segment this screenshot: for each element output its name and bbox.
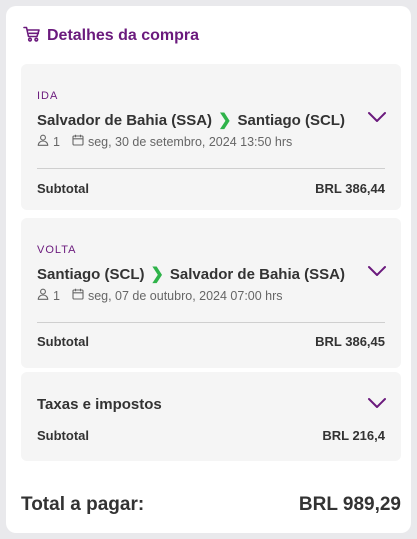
shopping-cart-icon xyxy=(23,26,41,47)
subtotal-value: BRL 386,44 xyxy=(315,181,385,196)
route-destination: Salvador de Bahia (SSA) xyxy=(169,265,345,283)
expand-outbound-chevron-down-icon[interactable] xyxy=(367,110,387,128)
person-icon xyxy=(37,288,49,303)
route-return: Santiago (SCL) ❯ Salvador de Bahia (SSA) xyxy=(37,264,345,284)
subtotal-value: BRL 386,45 xyxy=(315,334,385,349)
passenger-count: 1 xyxy=(53,134,60,149)
purchase-details-header: Detalhes da compra xyxy=(23,25,199,47)
leg-label-return: VOLTA xyxy=(37,244,77,256)
taxes-label: Taxas e impostos xyxy=(37,396,162,413)
expand-return-chevron-down-icon[interactable] xyxy=(367,264,387,282)
purchase-details-title: Detalhes da compra xyxy=(47,27,200,44)
leg-label-outbound: IDA xyxy=(37,90,59,102)
calendar-icon xyxy=(72,134,84,149)
flight-meta-return: 1 seg, 07 de outubro, 2024 07:00 hrs xyxy=(37,288,283,303)
route-destination: Santiago (SCL) xyxy=(237,111,345,129)
divider xyxy=(37,168,385,169)
flight-date: seg, 07 de outubro, 2024 07:00 hrs xyxy=(87,288,283,303)
route-outbound: Salvador de Bahia (SSA) ❯ Santiago (SCL) xyxy=(37,110,345,130)
calendar-icon xyxy=(72,288,84,303)
return-flight-card: VOLTA Santiago (SCL) ❯ Salvador de Bahia… xyxy=(21,218,401,368)
subtotal-value: BRL 216,4 xyxy=(322,428,385,443)
passenger-count: 1 xyxy=(53,288,60,303)
chevron-right-icon: ❯ xyxy=(150,266,164,283)
person-icon xyxy=(37,134,49,149)
outbound-flight-card: IDA Salvador de Bahia (SSA) ❯ Santiago (… xyxy=(21,64,401,210)
subtotal-label: Subtotal xyxy=(37,334,89,349)
subtotal-label: Subtotal xyxy=(37,181,89,196)
flight-meta-outbound: 1 seg, 30 de setembro, 2024 13:50 hrs xyxy=(37,134,292,149)
divider xyxy=(37,322,385,323)
purchase-details-panel: Detalhes da compra IDA Salvador de Bahia… xyxy=(6,6,411,533)
expand-taxes-chevron-down-icon[interactable] xyxy=(367,396,387,414)
subtotal-label: Subtotal xyxy=(37,428,89,443)
total-label: Total a pagar: xyxy=(21,494,145,515)
route-origin: Santiago (SCL) xyxy=(37,265,145,283)
taxes-card: Taxas e impostos Subtotal BRL 216,4 xyxy=(21,372,401,461)
route-origin: Salvador de Bahia (SSA) xyxy=(37,111,213,129)
flight-date: seg, 30 de setembro, 2024 13:50 hrs xyxy=(87,134,293,149)
chevron-right-icon: ❯ xyxy=(218,112,232,129)
total-value: BRL 989,29 xyxy=(298,494,401,515)
